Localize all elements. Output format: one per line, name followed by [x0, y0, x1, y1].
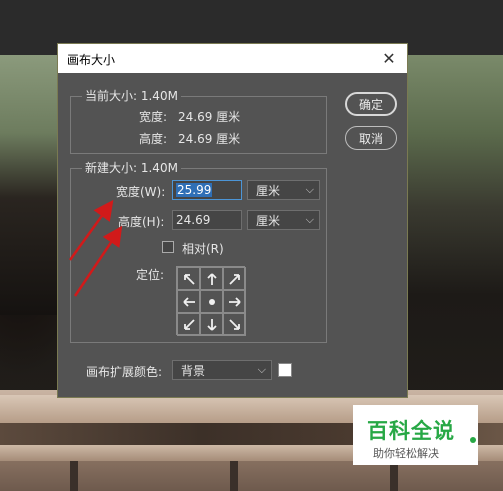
anchor-cell-s[interactable] — [200, 313, 223, 336]
anchor-cell-center[interactable] — [200, 290, 223, 313]
watermark-title: 百科全说 — [367, 419, 455, 443]
arrow-s-icon — [206, 318, 217, 331]
arrow-n-icon — [206, 272, 217, 285]
relative-checkbox[interactable] — [162, 241, 174, 253]
width-input-value: 25.99 — [176, 183, 213, 197]
anchor-cell-e[interactable] — [223, 290, 246, 313]
current-width-value: 24.69 厘米 — [178, 110, 241, 124]
watermark-logo: 百科全说 助你轻松解决 — [353, 405, 478, 465]
anchor-cell-ne[interactable] — [223, 267, 246, 290]
arrow-se-icon — [228, 318, 240, 330]
dialog-title: 画布大小 — [67, 53, 116, 67]
chevron-down-icon: ⌵ — [305, 213, 314, 226]
arrow-w-icon — [182, 296, 195, 307]
height-input-value: 24.69 — [176, 213, 211, 227]
new-width-label: 宽度(W): — [116, 185, 166, 199]
extension-color-swatch[interactable] — [278, 363, 292, 377]
extension-color-label: 画布扩展颜色: — [86, 365, 163, 379]
cancel-button[interactable]: 取消 — [345, 126, 397, 150]
arrow-ne-icon — [228, 273, 240, 285]
canvas-size-dialog: 画布大小 ✕ 当前大小: 1.40M 宽度: 24.69 厘米 高度: 24.6… — [57, 43, 408, 398]
current-height-label: 高度: — [139, 132, 168, 146]
ok-button[interactable]: 确定 — [345, 92, 397, 116]
anchor-cell-n[interactable] — [200, 267, 223, 290]
chevron-down-icon: ⌵ — [257, 363, 266, 376]
relative-label[interactable]: 相对(R) — [182, 240, 224, 257]
current-height-value: 24.69 厘米 — [178, 132, 241, 146]
current-width-label: 宽度: — [139, 110, 168, 124]
arrow-nw-icon — [183, 273, 195, 285]
watermark-dot-icon — [470, 437, 476, 443]
anchor-cell-w[interactable] — [177, 290, 200, 313]
arrow-e-icon — [228, 296, 241, 307]
width-unit-value: 厘米 — [256, 183, 281, 198]
height-unit-select[interactable]: 厘米 ⌵ — [247, 210, 320, 230]
extension-color-value: 背景 — [181, 363, 206, 378]
width-input[interactable]: 25.99 — [172, 180, 242, 200]
height-unit-value: 厘米 — [256, 213, 281, 228]
arrow-sw-icon — [183, 318, 195, 330]
dialog-titlebar[interactable]: 画布大小 ✕ — [58, 44, 407, 73]
anchor-grid — [176, 266, 246, 336]
background-photo-foliage — [0, 55, 60, 315]
height-input[interactable]: 24.69 — [172, 210, 242, 230]
anchor-center-icon — [208, 298, 215, 305]
anchor-cell-sw[interactable] — [177, 313, 200, 336]
chevron-down-icon: ⌵ — [305, 183, 314, 196]
current-size-legend: 当前大小: 1.40M — [82, 87, 181, 104]
anchor-cell-nw[interactable] — [177, 267, 200, 290]
watermark-subtitle: 助你轻松解决 — [373, 447, 439, 460]
anchor-cell-se[interactable] — [223, 313, 246, 336]
width-unit-select[interactable]: 厘米 ⌵ — [247, 180, 320, 200]
close-icon[interactable]: ✕ — [379, 48, 399, 68]
anchor-label: 定位: — [136, 268, 165, 282]
new-size-legend: 新建大小: 1.40M — [82, 159, 181, 176]
new-height-label: 高度(H): — [118, 215, 165, 229]
extension-color-select[interactable]: 背景 ⌵ — [172, 360, 272, 380]
